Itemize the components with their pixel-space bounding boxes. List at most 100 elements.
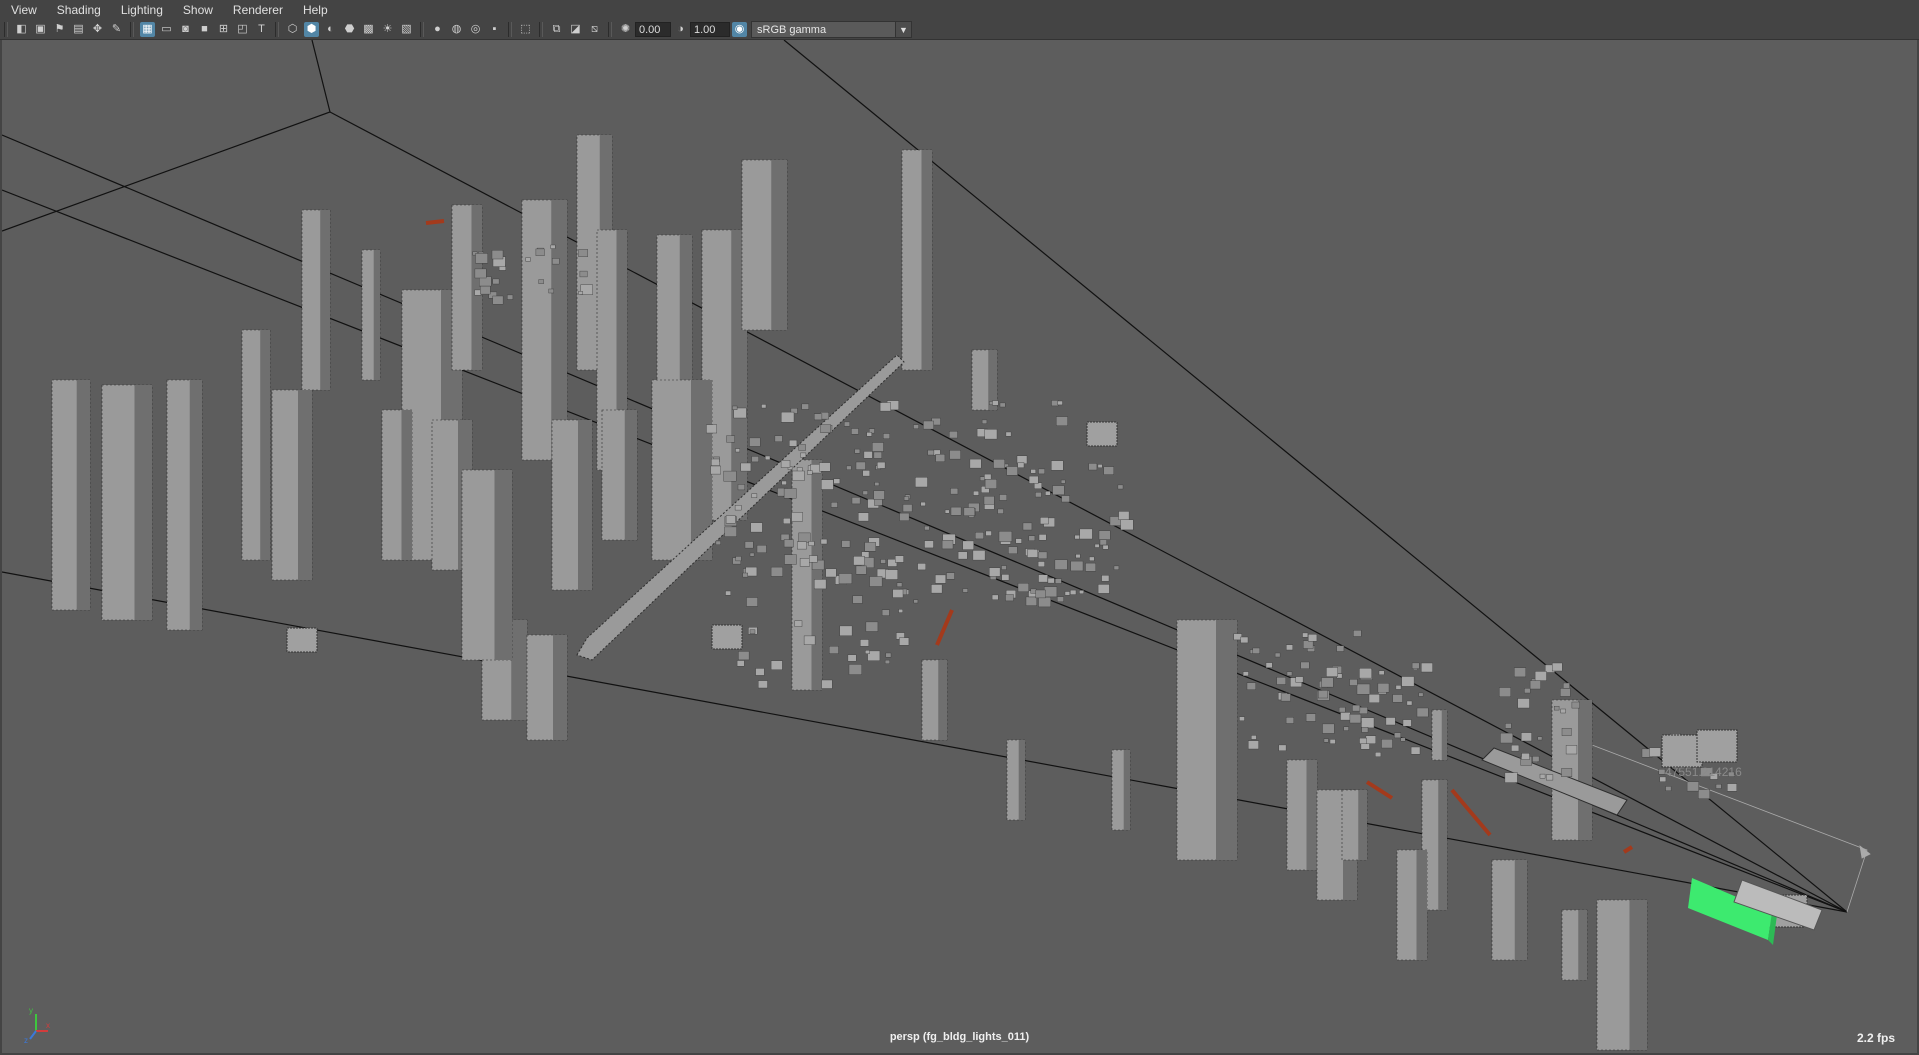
scatter-block — [491, 249, 504, 260]
depth-of-field-icon[interactable]: ◎ — [468, 22, 483, 37]
scatter-block — [724, 526, 737, 537]
screen-space-ambient-occlusion-icon[interactable]: ▧ — [399, 22, 414, 37]
bookmark-icon[interactable]: ⚑ — [52, 22, 67, 37]
gamma-icon[interactable]: ◑ — [673, 22, 688, 37]
scatter-block — [1015, 538, 1022, 544]
scatter-block — [1394, 732, 1402, 739]
scatter-block — [1239, 716, 1245, 722]
shadows-icon[interactable]: ☀ — [380, 22, 395, 37]
scatter-block — [791, 512, 803, 522]
3d-viewport[interactable]: x y z — [2, 40, 1917, 1053]
scatter-block — [1401, 676, 1415, 687]
scatter-block — [798, 444, 806, 451]
building-shadow-side — [811, 460, 822, 690]
scatter-block — [1410, 746, 1421, 755]
scatter-block — [1097, 464, 1103, 468]
scene-view[interactable]: x y z — [2, 40, 1917, 1053]
anti-aliasing-icon[interactable]: ◍ — [449, 22, 464, 37]
scatter-block — [1353, 630, 1362, 637]
xray-active-components-icon[interactable]: ⧉ — [549, 22, 564, 37]
menu-help[interactable]: Help — [292, 0, 337, 20]
scatter-block — [1028, 535, 1036, 541]
wireframe-on-shaded-icon[interactable]: ◐ — [323, 22, 338, 37]
scatter-block — [1349, 679, 1358, 686]
film-gate-icon[interactable]: ▭ — [159, 22, 174, 37]
xray-icon[interactable]: ⬚ — [518, 22, 533, 37]
isolate-select-icon[interactable]: ▪ — [487, 22, 502, 37]
color-space-dropdown[interactable]: sRGB gamma ▼ — [751, 21, 912, 38]
scatter-block — [736, 660, 745, 667]
exposure-field[interactable] — [635, 22, 671, 37]
scatter-block — [915, 477, 928, 488]
grid-icon[interactable]: ▦ — [140, 22, 155, 37]
scatter-block — [1037, 561, 1045, 567]
use-all-lights-icon[interactable]: ▩ — [361, 22, 376, 37]
scatter-block — [732, 405, 738, 410]
scatter-block — [538, 279, 544, 284]
scatter-block — [885, 652, 892, 658]
scatter-block — [1088, 463, 1098, 471]
gate-mask-icon[interactable]: ■ — [197, 22, 212, 37]
menu-lighting[interactable]: Lighting — [110, 0, 172, 20]
scatter-block — [1521, 753, 1530, 760]
camera-attributes-icon[interactable]: ▣ — [33, 22, 48, 37]
smooth-shade-icon[interactable]: ⬢ — [304, 22, 319, 37]
exposure-icon[interactable]: ✺ — [618, 22, 633, 37]
textured-icon[interactable]: ⬣ — [342, 22, 357, 37]
exposure-toggle-icon[interactable]: ⧅ — [587, 22, 602, 37]
2d-pan-zoom-icon[interactable]: ✥ — [90, 22, 105, 37]
city-geometry[interactable] — [51, 134, 1648, 1051]
select-camera-icon[interactable]: ◧ — [14, 22, 29, 37]
resolution-gate-icon[interactable]: ◙ — [178, 22, 193, 37]
scatter-block — [1055, 578, 1062, 584]
gamma-field[interactable] — [690, 22, 730, 37]
scatter-block — [548, 288, 554, 294]
menu-renderer[interactable]: Renderer — [222, 0, 292, 20]
scatter-block — [869, 576, 883, 587]
scatter-block — [1001, 565, 1007, 570]
scatter-block — [979, 476, 986, 481]
scatter-block — [1035, 492, 1042, 498]
scatter-block — [1375, 752, 1382, 757]
scatter-block — [1117, 484, 1124, 490]
scatter-block — [1006, 466, 1018, 476]
scatter-block — [1099, 539, 1107, 546]
scatter-block — [1038, 551, 1048, 559]
scatter-block — [1698, 789, 1711, 799]
scatter-block — [821, 479, 834, 490]
grease-pencil-icon[interactable]: ✎ — [109, 22, 124, 37]
scatter-block — [552, 258, 560, 265]
scatter-block — [1359, 707, 1368, 715]
scatter-block — [1240, 636, 1249, 644]
scatter-block — [1511, 744, 1520, 752]
scatter-block — [1001, 574, 1010, 581]
scatter-block — [1411, 662, 1420, 669]
scatter-block — [1359, 668, 1372, 679]
scatter-block — [749, 437, 761, 447]
chevron-down-icon[interactable]: ▼ — [895, 22, 911, 37]
menu-shading[interactable]: Shading — [46, 0, 110, 20]
scatter-block — [1038, 468, 1045, 475]
scatter-block — [1406, 700, 1413, 706]
scatter-block — [924, 525, 930, 531]
scatter-block — [1361, 727, 1369, 733]
scatter-block — [1416, 707, 1429, 718]
menu-show[interactable]: Show — [172, 0, 222, 20]
scatter-block — [1553, 706, 1560, 711]
scatter-block — [761, 404, 767, 409]
xray-joints-icon[interactable]: ◪ — [568, 22, 583, 37]
safe-title-icon[interactable]: T — [254, 22, 269, 37]
scatter-block — [924, 540, 934, 549]
scatter-block — [1030, 588, 1037, 594]
safe-action-icon[interactable]: ◰ — [235, 22, 250, 37]
scatter-block — [1038, 534, 1047, 541]
menu-view[interactable]: View — [0, 0, 46, 20]
wireframe-icon[interactable]: ⬡ — [285, 22, 300, 37]
building-shadow-side — [401, 410, 412, 560]
scatter-block — [1338, 707, 1346, 713]
image-plane-icon[interactable]: ▤ — [71, 22, 86, 37]
scatter-block — [847, 654, 857, 662]
field-chart-icon[interactable]: ⊞ — [216, 22, 231, 37]
color-management-icon[interactable]: ◉ — [732, 22, 747, 37]
motion-blur-icon[interactable]: ● — [430, 22, 445, 37]
